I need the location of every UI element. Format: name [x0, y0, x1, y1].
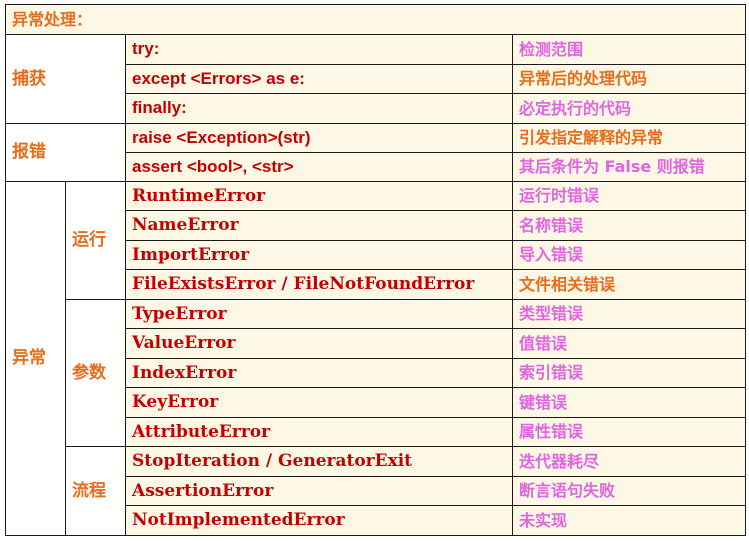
- table-title: 异常处理：: [4, 4, 747, 35]
- code-cell: KeyError: [125, 387, 513, 418]
- desc-cell: 断言语句失败: [511, 476, 747, 506]
- code-cell: AssertionError: [125, 476, 513, 506]
- category-catch: 捕获: [5, 34, 126, 124]
- code-cell: except <Errors> as e:: [125, 64, 513, 94]
- desc-cell: 必定执行的代码: [511, 93, 747, 124]
- desc-cell: 属性错误: [511, 417, 747, 447]
- desc-cell: 引发指定解释的异常: [511, 123, 747, 153]
- category-report: 报错: [5, 123, 126, 182]
- code-cell: try:: [125, 34, 513, 65]
- code-cell: ValueError: [125, 328, 513, 359]
- code-cell: NameError: [125, 210, 513, 241]
- code-cell: RuntimeError: [125, 181, 513, 211]
- code-cell: StopIteration / GeneratorExit: [125, 446, 513, 477]
- desc-cell: 名称错误: [511, 210, 747, 241]
- table-row: 异常 运行 RuntimeError 运行时错误: [5, 181, 747, 536]
- group-runtime: 运行: [65, 181, 126, 300]
- code-cell: NotImplementedError: [125, 505, 513, 536]
- desc-cell: 键错误: [511, 387, 747, 418]
- desc-cell: 其后条件为 False 则报错: [511, 152, 747, 182]
- code-cell: finally:: [125, 93, 513, 124]
- desc-cell: 文件相关错误: [511, 269, 747, 300]
- desc-cell: 异常后的处理代码: [511, 64, 747, 94]
- exception-handling-table: 异常处理： 捕获 try: 检测范围 except <Errors> as e:…: [4, 4, 747, 536]
- code-cell: ImportError: [125, 240, 513, 270]
- desc-cell: 未实现: [511, 505, 747, 536]
- code-cell: FileExistsError / FileNotFoundError: [125, 269, 513, 300]
- desc-cell: 运行时错误: [511, 181, 747, 211]
- code-cell: raise <Exception>(str): [125, 123, 513, 153]
- title-row: 异常处理：: [4, 4, 747, 35]
- group-argument: 参数: [65, 299, 126, 447]
- desc-cell: 检测范围: [511, 34, 747, 65]
- desc-cell: 迭代器耗尽: [511, 446, 747, 477]
- group-flow: 流程: [65, 446, 126, 536]
- table-row: 报错 raise <Exception>(str) 引发指定解释的异常: [5, 123, 747, 182]
- desc-cell: 导入错误: [511, 240, 747, 270]
- table-row: 参数 TypeError 类型错误: [6, 299, 747, 447]
- table-row: 捕获 try: 检测范围: [5, 34, 747, 124]
- code-cell: IndexError: [125, 358, 513, 388]
- category-exceptions: 异常: [5, 181, 66, 536]
- code-cell: AttributeError: [125, 417, 513, 447]
- table-row: 流程 StopIteration / GeneratorExit 迭代器耗尽: [6, 446, 747, 536]
- code-cell: assert <bool>, <str>: [125, 152, 513, 182]
- code-cell: TypeError: [125, 299, 513, 329]
- desc-cell: 索引错误: [511, 358, 747, 388]
- desc-cell: 类型错误: [511, 299, 747, 329]
- desc-cell: 值错误: [511, 328, 747, 359]
